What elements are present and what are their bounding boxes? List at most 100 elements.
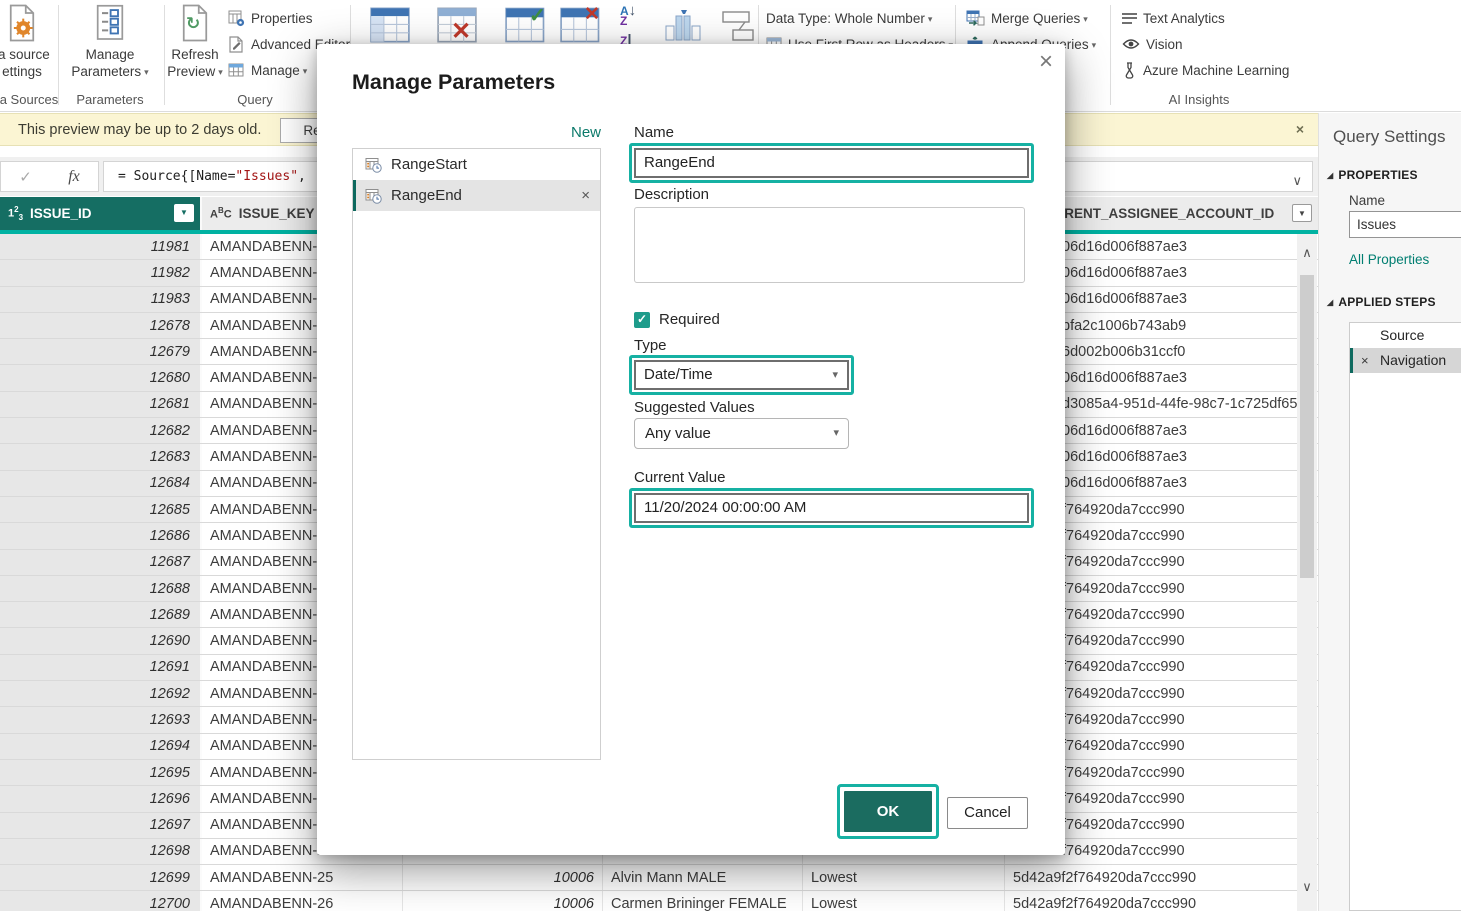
parameter-item-rangeend[interactable]: RangeEnd× xyxy=(353,180,600,211)
cell-issue-id[interactable]: 12683 xyxy=(0,444,202,469)
keep-rows-button[interactable]: ✓ xyxy=(505,5,549,45)
commit-check-icon[interactable]: ✓ xyxy=(19,168,32,186)
cell-issue-id[interactable]: 12699 xyxy=(0,865,202,890)
cell-issue-id[interactable]: 11981 xyxy=(0,234,202,259)
cell-issue-id[interactable]: 11982 xyxy=(0,260,202,285)
cell-issue-id[interactable]: 12687 xyxy=(0,550,202,575)
remove-rows-button[interactable]: ✕ xyxy=(560,5,604,45)
column-header-assignee-account-label: CURRENT_ASSIGNEE_ACCOUNT_ID xyxy=(1035,206,1274,221)
cell-issue-id[interactable]: 12691 xyxy=(0,655,202,680)
ribbon-divider xyxy=(1110,5,1111,105)
cell-issue-id[interactable]: 12682 xyxy=(0,418,202,443)
cell-issue-key[interactable]: AMANDABENN-25 xyxy=(202,865,403,890)
suggested-values-dropdown[interactable]: Any value▾ xyxy=(634,418,849,449)
refresh-preview-button[interactable]: ↻ Refresh Preview xyxy=(166,4,224,81)
cell-issue-id[interactable]: 12685 xyxy=(0,497,202,522)
table-row: 12700AMANDABENN-2610006Carmen Brininger … xyxy=(0,891,1318,911)
vision-button[interactable]: Vision xyxy=(1122,32,1183,56)
cell-issue-id[interactable]: 12686 xyxy=(0,523,202,548)
new-parameter-link[interactable]: New xyxy=(352,124,601,141)
preview-warning-message: This preview may be up to 2 days old. xyxy=(18,122,261,138)
group-by-button[interactable] xyxy=(715,10,757,44)
applied-steps-section-header[interactable]: ◢APPLIED STEPS xyxy=(1327,295,1436,309)
collapse-triangle-icon: ◢ xyxy=(1327,171,1333,180)
query-name-input[interactable]: Issues xyxy=(1349,211,1461,238)
applied-step-source[interactable]: Source xyxy=(1350,323,1461,348)
remove-columns-button[interactable]: ✕ xyxy=(437,5,477,45)
cell-issue-id[interactable]: 12695 xyxy=(0,760,202,785)
cell-issue-id[interactable]: 12700 xyxy=(0,891,202,911)
description-label: Description xyxy=(634,186,709,203)
cell-assignee-account[interactable]: 5d42a9f2f764920da7ccc990 xyxy=(1005,891,1318,911)
power-query-editor-window: ta source ettings Manage Parameters xyxy=(0,0,1461,911)
cancel-button[interactable]: Cancel xyxy=(947,797,1028,829)
properties-button[interactable]: Properties xyxy=(228,6,313,30)
formula-expand-icon[interactable]: ∨ xyxy=(1292,167,1302,196)
vision-icon xyxy=(1122,37,1140,51)
sort-ascending-button[interactable]: A↓ Z xyxy=(620,6,636,26)
cell-hidden-2[interactable]: Carmen Brininger FEMALE xyxy=(603,891,803,911)
text-type-icon: ABC xyxy=(210,206,232,221)
assignee-account-filter-icon[interactable]: ▼ xyxy=(1292,204,1312,222)
cell-hidden-3[interactable]: Lowest xyxy=(803,891,1005,911)
manage-parameters-button[interactable]: Manage Parameters xyxy=(68,4,152,81)
ok-annotation-ring: OK xyxy=(837,784,939,839)
cell-hidden-1[interactable]: 10006 xyxy=(403,891,603,911)
delete-parameter-icon[interactable]: × xyxy=(581,187,590,204)
current-value-input[interactable]: 11/20/2024 00:00:00 AM xyxy=(634,493,1029,523)
cell-issue-id[interactable]: 12681 xyxy=(0,392,202,417)
cell-issue-id[interactable]: 12690 xyxy=(0,628,202,653)
ok-button[interactable]: OK xyxy=(844,791,932,832)
azure-ml-button[interactable]: Azure Machine Learning xyxy=(1122,58,1289,82)
data-source-settings-label-1: ta source xyxy=(0,46,58,63)
parameter-name-input[interactable]: RangeEnd xyxy=(634,148,1029,178)
cell-issue-id[interactable]: 12689 xyxy=(0,602,202,627)
cell-issue-id[interactable]: 12688 xyxy=(0,576,202,601)
cell-issue-id[interactable]: 12679 xyxy=(0,339,202,364)
cell-issue-id[interactable]: 12694 xyxy=(0,734,202,759)
type-dropdown[interactable]: Date/Time▾ xyxy=(634,360,849,390)
all-properties-link[interactable]: All Properties xyxy=(1349,252,1429,267)
cell-issue-id[interactable]: 12696 xyxy=(0,786,202,811)
cell-hidden-3[interactable]: Lowest xyxy=(803,865,1005,890)
chevron-down-icon: ▾ xyxy=(833,419,839,448)
text-analytics-label: Text Analytics xyxy=(1143,11,1225,26)
delete-step-icon[interactable]: × xyxy=(1361,348,1369,373)
data-source-settings-button[interactable]: ta source ettings xyxy=(0,4,58,80)
formula-bar-actions: ✓ fx xyxy=(0,161,99,192)
applied-step-navigation[interactable]: ×Navigation xyxy=(1350,348,1461,373)
cell-issue-id[interactable]: 12692 xyxy=(0,681,202,706)
cell-issue-id[interactable]: 12678 xyxy=(0,313,202,338)
cell-issue-id[interactable]: 12693 xyxy=(0,707,202,732)
parameter-item-rangestart[interactable]: RangeStart xyxy=(353,149,600,180)
split-column-button[interactable] xyxy=(663,8,703,44)
scroll-up-icon[interactable]: ∧ xyxy=(1297,246,1317,261)
dialog-close-icon[interactable]: × xyxy=(1039,48,1053,76)
vertical-scrollbar[interactable]: ∧ ∨ xyxy=(1297,234,1317,911)
properties-section-header[interactable]: ◢PROPERTIES xyxy=(1327,168,1418,182)
column-header-issue-key-label: ISSUE_KEY xyxy=(239,206,315,221)
cell-issue-id[interactable]: 12680 xyxy=(0,365,202,390)
cell-issue-id[interactable]: 12697 xyxy=(0,813,202,838)
cell-hidden-2[interactable]: Alvin Mann MALE xyxy=(603,865,803,890)
group-label-query: Query xyxy=(203,92,307,107)
scroll-down-icon[interactable]: ∨ xyxy=(1297,880,1317,895)
warning-close-icon[interactable]: × xyxy=(1296,121,1304,137)
cell-issue-key[interactable]: AMANDABENN-26 xyxy=(202,891,403,911)
text-analytics-button[interactable]: Text Analytics xyxy=(1122,6,1225,30)
data-type-button[interactable]: Data Type: Whole Number xyxy=(766,6,932,30)
cell-issue-id[interactable]: 12698 xyxy=(0,839,202,864)
issue-id-filter-icon[interactable]: ▼ xyxy=(174,204,194,222)
cell-issue-id[interactable]: 11983 xyxy=(0,287,202,312)
description-textarea[interactable] xyxy=(634,207,1025,283)
group-label-ai-insights: AI Insights xyxy=(1140,92,1258,107)
choose-columns-button[interactable] xyxy=(370,5,410,45)
required-checkbox[interactable] xyxy=(634,312,650,328)
manage-button[interactable]: Manage xyxy=(228,58,307,82)
cell-hidden-1[interactable]: 10006 xyxy=(403,865,603,890)
scrollbar-thumb[interactable] xyxy=(1300,275,1314,578)
merge-queries-button[interactable]: Merge Queries xyxy=(966,6,1088,30)
cell-issue-id[interactable]: 12684 xyxy=(0,471,202,496)
column-header-issue-id[interactable]: 123 ISSUE_ID ▼ xyxy=(0,197,202,230)
cell-assignee-account[interactable]: 5d42a9f2f764920da7ccc990 xyxy=(1005,865,1318,890)
